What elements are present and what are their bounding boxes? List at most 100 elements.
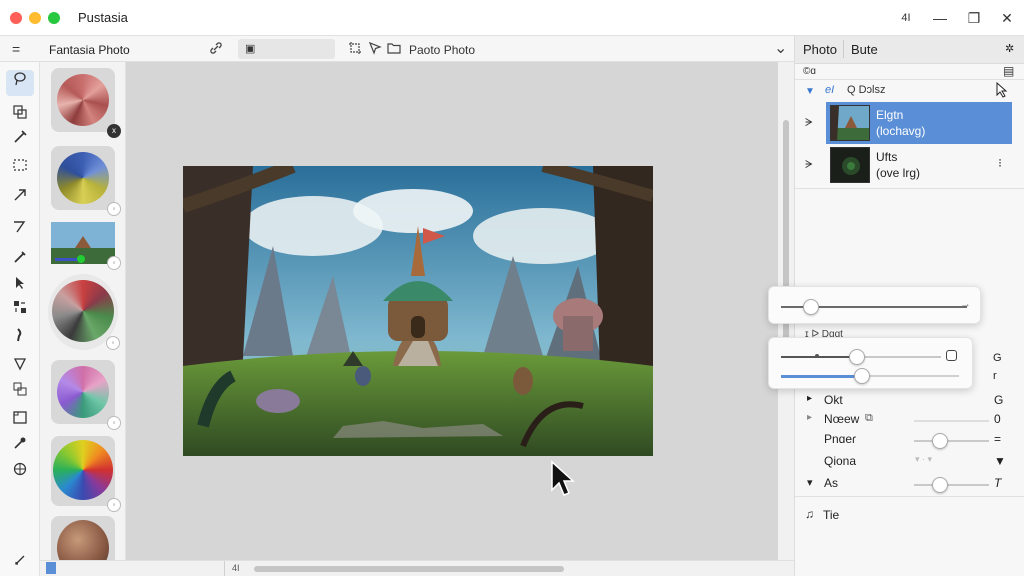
link-icon: ⧉ [865, 412, 873, 424]
more-options-icon[interactable]: ⁝ [998, 156, 1002, 170]
shield-icon[interactable] [6, 355, 34, 381]
slider-track-remainder [861, 356, 941, 358]
tab-bute[interactable]: Bute [851, 42, 878, 57]
layer-subtitle: (lochavg) [876, 124, 926, 138]
badge-icon[interactable]: ◦ [107, 416, 121, 430]
restore-button[interactable]: ❐ [964, 8, 984, 28]
swatch-rainbow[interactable]: ◦ [51, 436, 121, 512]
link-icon[interactable] [209, 41, 223, 58]
minimize-dot[interactable] [29, 12, 41, 24]
menu-icon[interactable]: = [12, 41, 20, 57]
move-icon[interactable] [6, 298, 34, 324]
swatch-planet[interactable] [51, 516, 115, 576]
select-icon[interactable] [6, 156, 34, 182]
close-button[interactable]: ✕ [997, 8, 1017, 28]
prop-row-noew[interactable]: ▸ Nœew ⧉ 0 [807, 412, 1019, 430]
badge-icon[interactable]: ◦ [107, 256, 121, 270]
divider [224, 561, 225, 576]
prop-row-okt[interactable]: ▸ Okt G [807, 393, 1019, 411]
chevron-down-icon[interactable]: ⌄ [774, 38, 787, 58]
swatch-yellow-blue[interactable]: ◦ [51, 146, 121, 216]
prop-row-qiona[interactable]: Qiona ▾ · ▾ ▼ [807, 454, 1019, 472]
canvas-area[interactable] [126, 62, 778, 560]
group-label: eI [825, 84, 835, 96]
checkbox[interactable] [946, 350, 957, 361]
extra-button[interactable]: 4I [896, 8, 916, 28]
layers-icon[interactable] [6, 103, 34, 129]
minimize-button[interactable]: — [930, 8, 950, 28]
divider [795, 188, 1024, 189]
pointer-icon[interactable] [6, 274, 34, 300]
badge-icon[interactable]: ◦ [107, 498, 121, 512]
swatch-panel: x ◦ ◦ ◦ ◦ ◦ [40, 62, 126, 576]
fantasy-image[interactable] [183, 166, 653, 456]
swatch-pastel[interactable]: ◦ [51, 360, 121, 430]
smudge-icon[interactable] [6, 326, 34, 352]
badge-icon[interactable]: ◦ [107, 202, 121, 216]
close-dot[interactable] [10, 12, 22, 24]
swatch-scene[interactable]: ◦ [51, 222, 121, 270]
lasso-icon[interactable] [6, 70, 34, 96]
panel-options-icon[interactable]: ✲ [1005, 42, 1014, 55]
slider-marker-icon: ▾ · ▾ [915, 454, 933, 464]
zoom-dot[interactable] [48, 12, 60, 24]
copy-icon[interactable] [6, 380, 34, 406]
slider-track-fill[interactable] [781, 375, 861, 378]
arrow-right-icon: → [960, 298, 971, 310]
slider-track[interactable] [914, 440, 989, 442]
slider-thumb[interactable] [854, 368, 870, 384]
remove-badge-icon[interactable]: x [107, 124, 121, 138]
badge-icon[interactable]: ◦ [106, 336, 120, 350]
layer-name: Elgtn [876, 108, 904, 122]
frame-icon[interactable] [6, 408, 34, 434]
group-expand-icon[interactable]: ▼ [805, 86, 815, 97]
title-bar: Pustasia 4I — ❐ ✕ [0, 0, 1024, 36]
slider-track[interactable] [914, 484, 989, 486]
expand-arrow-icon[interactable]: ▸ [807, 393, 812, 404]
panel-menu-icon[interactable]: ▤ [1003, 64, 1014, 78]
layer-label: Ufts (ove lrg) [876, 149, 920, 181]
brush-icon[interactable] [6, 128, 34, 154]
prop-label: Pnɑeɾ [824, 432, 857, 446]
layer-row[interactable]: Ufts (ove lrg) ⁝ [826, 144, 1012, 186]
visibility-icon[interactable]: ᗒ [805, 159, 813, 172]
slider-thumb[interactable] [932, 433, 949, 449]
expand-icon[interactable] [6, 550, 34, 576]
prop-row-pnaer[interactable]: Pnɑeɾ = [807, 432, 1019, 450]
color-wheel [53, 440, 113, 500]
dropper-icon[interactable] [6, 434, 34, 460]
prop-row-as[interactable]: ▾ As T [807, 476, 1019, 494]
tools-panel [0, 62, 40, 576]
folder-icon[interactable] [387, 41, 401, 58]
crop-icon[interactable] [348, 41, 362, 58]
prop-label: As [824, 476, 839, 490]
toolbar-title: Fantasia Photo [49, 43, 130, 57]
arrow-icon[interactable] [6, 186, 34, 212]
layer-thumbnail [830, 147, 870, 183]
side-value: G [993, 352, 1002, 364]
pen-icon[interactable] [6, 218, 34, 244]
toolbar-field[interactable]: ▣ [238, 39, 335, 59]
visibility-icon[interactable]: ᗒ [805, 117, 813, 130]
slider-tick [815, 354, 819, 358]
eyedropper-icon[interactable] [6, 248, 34, 274]
tab-photo[interactable]: Photo [803, 42, 837, 57]
layer-subtitle: (ove lrg) [876, 166, 921, 180]
cursor-tool-icon[interactable] [368, 41, 382, 58]
swatch-multicolor[interactable]: ◦ [48, 274, 120, 350]
prop-value: T [994, 476, 1002, 490]
slider-popup: → [768, 286, 981, 324]
color-wheel [57, 366, 109, 418]
swatch-red[interactable]: x [51, 68, 121, 138]
prop-value: = [994, 432, 1002, 446]
layer-row[interactable]: Elgtn (lochavg) [826, 102, 1012, 144]
slider-thumb[interactable] [932, 477, 949, 493]
layer-name: Ufts [876, 150, 898, 164]
expand-arrow-icon[interactable]: ▸ [807, 412, 812, 423]
slider-thumb[interactable] [802, 299, 819, 315]
slider-thumb[interactable] [848, 349, 865, 365]
horizontal-scroll-thumb[interactable] [254, 566, 564, 572]
prop-value: 0 [994, 412, 1001, 426]
expand-arrow-icon[interactable]: ▾ [807, 476, 813, 489]
globe-icon[interactable] [6, 460, 34, 486]
